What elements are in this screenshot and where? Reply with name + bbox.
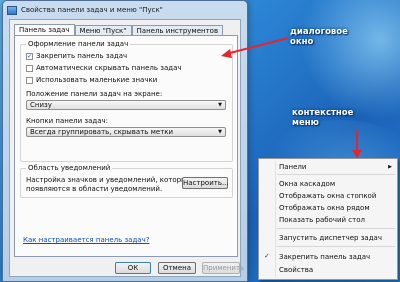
menu-item-toolbars[interactable]: Панели xyxy=(279,163,306,171)
arrow-to-dialog xyxy=(225,37,289,55)
arrow-head-context-menu xyxy=(352,150,362,158)
menu-item-stacked[interactable]: Отображать окна стопкой xyxy=(279,192,376,200)
arrow-head-dialog xyxy=(221,49,232,58)
menu-separator xyxy=(277,174,395,175)
menu-separator xyxy=(277,228,395,229)
menu-item-side-by-side[interactable]: Отображать окна рядом xyxy=(279,204,370,212)
submenu-arrow-icon: ▶ xyxy=(388,164,392,170)
menu-item-lock-taskbar[interactable]: Закрепить панель задач xyxy=(279,253,370,261)
menu-separator xyxy=(277,246,395,247)
checkmark-icon: ✓ xyxy=(264,252,270,260)
menu-item-show-desktop[interactable]: Показать рабочий стол xyxy=(279,216,365,224)
menu-gutter xyxy=(275,161,276,277)
menu-item-task-manager[interactable]: Запустить диспетчер задач xyxy=(279,234,382,242)
menu-item-properties[interactable]: Свойства xyxy=(279,266,313,274)
taskbar-context-menu: Панели ▶ Окна каскадом Отображать окна с… xyxy=(258,158,398,280)
menu-item-cascade[interactable]: Окна каскадом xyxy=(279,180,335,188)
